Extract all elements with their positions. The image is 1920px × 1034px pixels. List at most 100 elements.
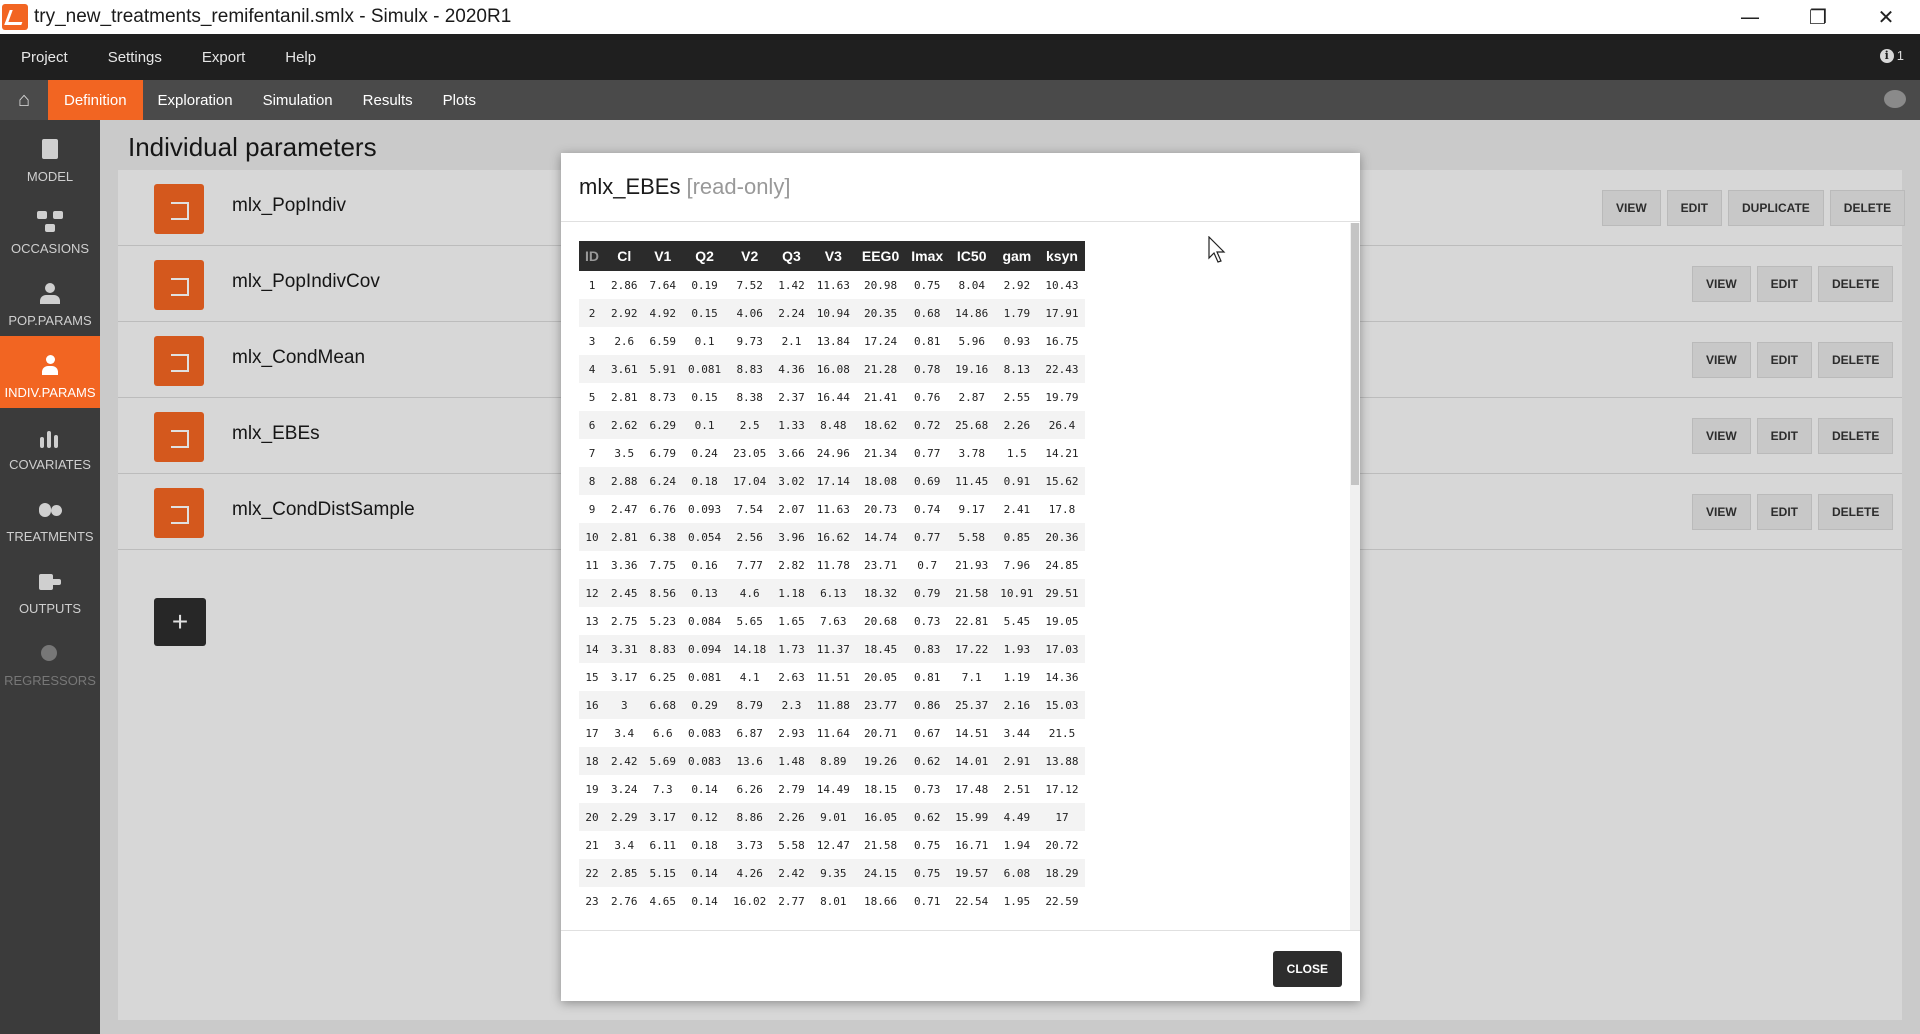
menu-help[interactable]: Help	[265, 49, 336, 66]
table-cell: 16.62	[810, 523, 856, 551]
table-cell: 18.45	[855, 635, 906, 663]
table-cell: 2.93	[778, 726, 805, 740]
tab-results[interactable]: Results	[348, 80, 428, 120]
tab-exploration[interactable]: Exploration	[143, 80, 248, 120]
menu-export[interactable]: Export	[182, 49, 265, 66]
table-cell: 0.91	[994, 467, 1040, 495]
table-cell: 8.04	[958, 278, 985, 292]
read-only-label: [read-only]	[686, 174, 791, 199]
table-cell: 18.66	[863, 894, 898, 908]
chat-icon[interactable]	[1884, 90, 1906, 108]
table-cell: 6.08	[994, 859, 1040, 887]
dialog-scrollbar[interactable]	[1350, 223, 1360, 930]
table-cell: 11.63	[816, 502, 850, 516]
table-cell: 5.58	[949, 523, 995, 551]
info-notifications[interactable]: i 1	[1879, 48, 1904, 63]
table-cell: 11.37	[810, 635, 856, 663]
table-cell: 2.24	[772, 299, 811, 327]
table-cell: 0.19	[691, 278, 718, 292]
covariates-icon	[37, 427, 63, 449]
sidebar-item-treatments[interactable]: TREATMENTS	[0, 480, 100, 552]
table-row: 11 3.36 7.75 0.16 7.77 2.82 11.78 23.71 0.7 21.93…	[579, 551, 1085, 579]
table-cell: 10.91	[994, 579, 1040, 607]
sidebar-item-outputs[interactable]: OUTPUTS	[0, 552, 100, 624]
table-cell: 14.74	[855, 523, 906, 551]
table-cell: 0.86	[905, 691, 950, 719]
table-cell: 13.88	[1039, 747, 1085, 775]
home-icon[interactable]: ⌂	[0, 80, 48, 120]
outputs-icon	[37, 571, 63, 593]
tab-plots[interactable]: Plots	[428, 80, 491, 120]
minimize-icon[interactable]: —	[1716, 0, 1784, 34]
table-cell: 3.73	[736, 838, 763, 852]
table-cell: 20.68	[863, 614, 898, 628]
table-cell: 8	[579, 467, 605, 495]
table-cell: 0.18	[682, 467, 728, 495]
table-cell: 0.72	[905, 411, 950, 439]
restore-icon[interactable]: ❐	[1784, 0, 1852, 34]
table-cell: 0.73	[913, 614, 941, 628]
sidebar-item-regressors[interactable]: REGRESSORS	[0, 624, 100, 696]
table-cell: 22	[579, 859, 605, 887]
sidebar-item-covariates[interactable]: COVARIATES	[0, 408, 100, 480]
table-cell: 4.49	[994, 803, 1040, 831]
table-cell: 24.85	[1045, 558, 1079, 572]
column-header: ksyn	[1039, 241, 1085, 271]
table-cell: 7.1	[961, 670, 982, 684]
table-cell: 0.62	[905, 803, 950, 831]
table-row: 1 2.86 7.64 0.19 7.52 1.42 11.63 20.98 0.75 8.04 2…	[579, 271, 1085, 299]
table-cell: 23.77	[855, 691, 906, 719]
close-button[interactable]: CLOSE	[1272, 951, 1342, 987]
table-cell: 2.6	[614, 334, 635, 348]
table-cell: 0.054	[682, 523, 728, 551]
table-cell: 6.59	[649, 334, 677, 348]
tab-simulation[interactable]: Simulation	[248, 80, 348, 120]
table-cell: 17.8	[1048, 502, 1076, 516]
table-cell: 19.16	[949, 355, 995, 383]
table-cell: 0.71	[913, 894, 941, 908]
table-cell: 18.29	[1039, 859, 1085, 887]
table-cell: 4.36	[772, 355, 811, 383]
sidebar-item-pop-params[interactable]: POP.PARAMS	[0, 264, 100, 336]
sidebar-item-model[interactable]: MODEL	[0, 120, 100, 192]
table-cell: 20.73	[863, 502, 898, 516]
table-cell: 0.85	[994, 523, 1040, 551]
sidebar-item-occasions[interactable]: OCCASIONS	[0, 192, 100, 264]
table-row: 6 2.62 6.29 0.1 2.5 1.33 8.48 18.62 0.72 25.68 2.2…	[579, 411, 1085, 439]
table-cell: 1.42	[778, 278, 805, 292]
title-bar: try_new_treatments_remifentanil.smlx - S…	[0, 0, 1920, 34]
table-cell: 5	[588, 390, 596, 404]
sidebar-item-label: COVARIATES	[9, 457, 91, 472]
scrollbar-thumb[interactable]	[1351, 223, 1359, 485]
table-cell: 1.73	[772, 635, 811, 663]
table-body: 1 2.86 7.64 0.19 7.52 1.42 11.63 20.98 0.75 8.04 2…	[579, 271, 1085, 915]
table-cell: 0.15	[691, 390, 718, 404]
table-cell: 2.62	[605, 411, 644, 439]
table-cell: 8.56	[643, 579, 682, 607]
table-cell: 3.96	[772, 523, 811, 551]
close-window-icon[interactable]: ✕	[1852, 0, 1920, 34]
dialog-body: ID Cl V1 Q2 V2 Q3 V3 EEG0 Imax IC50 gam ksyn 1 2.86 7…	[561, 223, 1360, 930]
table-cell: 18.32	[855, 579, 906, 607]
table-header-row: ID Cl V1 Q2 V2 Q3 V3 EEG0 Imax IC50 gam ksyn	[579, 241, 1085, 271]
table-cell: 21.58	[949, 579, 995, 607]
table-cell: 11	[585, 558, 599, 572]
table-cell: 2	[579, 299, 605, 327]
table-cell: 9	[588, 502, 596, 516]
menu-project[interactable]: Project	[0, 49, 88, 66]
menu-bar: Project Settings Export Help i 1	[0, 34, 1920, 80]
sidebar-item-indiv-params[interactable]: INDIV.PARAMS	[0, 336, 100, 408]
menu-settings[interactable]: Settings	[88, 49, 182, 66]
tab-definition[interactable]: Definition	[48, 80, 143, 120]
table-cell: 2.87	[958, 390, 985, 404]
table-cell: 16.71	[955, 838, 989, 852]
table-cell: 5.45	[1003, 614, 1031, 628]
table-row: 7 3.5 6.79 0.24 23.05 3.66 24.96 21.34 0.77 3.78 1…	[579, 439, 1085, 467]
table-cell: 1.93	[994, 635, 1040, 663]
table-cell: 2.37	[778, 390, 805, 404]
table-cell: 0.81	[913, 334, 941, 348]
table-cell: 20.98	[863, 278, 898, 292]
table-cell: 2.76	[611, 894, 638, 908]
column-header: IC50	[949, 241, 995, 271]
table-cell: 10.43	[1045, 278, 1079, 292]
